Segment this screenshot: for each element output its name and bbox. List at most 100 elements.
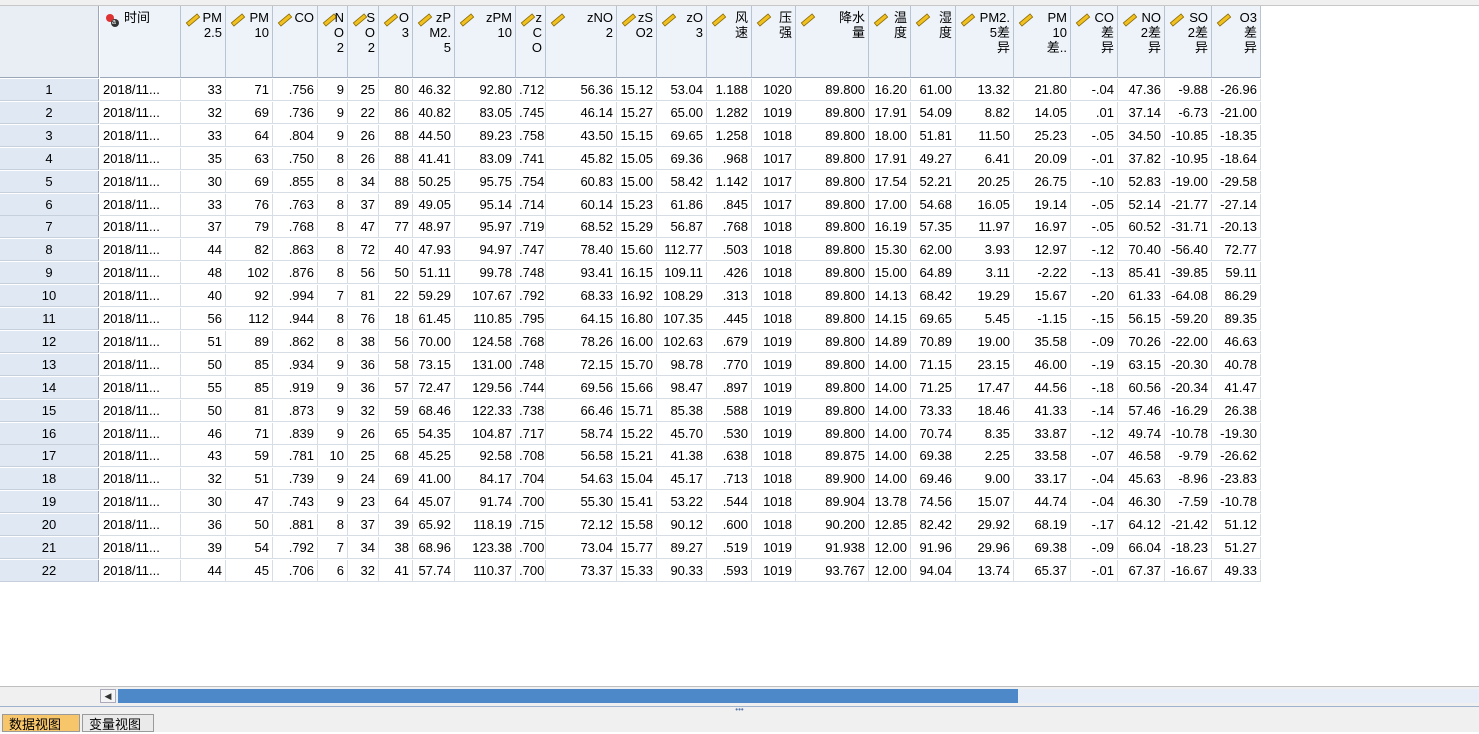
table-cell[interactable]: 89.800: [796, 216, 869, 238]
table-cell[interactable]: -.12: [1071, 423, 1118, 445]
row-number-header[interactable]: 10: [0, 285, 99, 307]
table-cell[interactable]: 70.26: [1118, 331, 1165, 353]
table-cell[interactable]: 29.96: [956, 537, 1014, 559]
table-cell[interactable]: 46.58: [1118, 445, 1165, 467]
table-cell[interactable]: 48: [181, 262, 226, 284]
table-cell[interactable]: 64: [226, 125, 273, 147]
table-cell[interactable]: 12.85: [869, 514, 911, 536]
table-cell[interactable]: 46.00: [1014, 354, 1071, 376]
table-cell[interactable]: .804: [273, 125, 318, 147]
table-cell[interactable]: .01: [1071, 102, 1118, 124]
table-cell[interactable]: .763: [273, 194, 318, 216]
table-cell[interactable]: .934: [273, 354, 318, 376]
table-cell[interactable]: 39: [379, 514, 413, 536]
table-cell[interactable]: 49.74: [1118, 423, 1165, 445]
table-cell[interactable]: 9.00: [956, 468, 1014, 490]
table-cell[interactable]: 22: [379, 285, 413, 307]
column-header[interactable]: 湿 度: [911, 6, 956, 78]
table-cell[interactable]: 88: [379, 171, 413, 193]
column-header[interactable]: NO 2差 异: [1118, 6, 1165, 78]
table-cell[interactable]: 2018/11...: [100, 560, 181, 582]
table-cell[interactable]: 45.82: [546, 148, 617, 170]
table-cell[interactable]: .600: [707, 514, 752, 536]
table-cell[interactable]: 63: [226, 148, 273, 170]
table-cell[interactable]: 26: [348, 125, 379, 147]
table-cell[interactable]: 56.36: [546, 79, 617, 101]
table-cell[interactable]: 20.25: [956, 171, 1014, 193]
table-cell[interactable]: 33.17: [1014, 468, 1071, 490]
table-cell[interactable]: 8: [318, 216, 348, 238]
table-cell[interactable]: 68: [379, 445, 413, 467]
tab-data-view[interactable]: 数据视图: [2, 714, 80, 732]
table-cell[interactable]: .738: [516, 400, 546, 422]
table-cell[interactable]: 19.14: [1014, 194, 1071, 216]
table-cell[interactable]: 50: [379, 262, 413, 284]
tab-variable-view[interactable]: 变量视图: [82, 714, 154, 732]
table-cell[interactable]: 92.80: [455, 79, 516, 101]
table-cell[interactable]: 2018/11...: [100, 285, 181, 307]
table-cell[interactable]: 123.38: [455, 537, 516, 559]
table-cell[interactable]: 52.21: [911, 171, 956, 193]
table-cell[interactable]: 34: [348, 171, 379, 193]
table-cell[interactable]: .750: [273, 148, 318, 170]
table-cell[interactable]: -10.95: [1165, 148, 1212, 170]
table-cell[interactable]: 16.05: [956, 194, 1014, 216]
table-cell[interactable]: 15.77: [617, 537, 657, 559]
table-cell[interactable]: 73.37: [546, 560, 617, 582]
table-cell[interactable]: 14.89: [869, 331, 911, 353]
table-cell[interactable]: 53.04: [657, 79, 707, 101]
table-cell[interactable]: 9: [318, 468, 348, 490]
table-cell[interactable]: 92.58: [455, 445, 516, 467]
row-number-header[interactable]: 14: [0, 377, 99, 399]
table-cell[interactable]: 1019: [752, 102, 796, 124]
table-cell[interactable]: 95.14: [455, 194, 516, 216]
pane-splitter[interactable]: •••: [0, 706, 1479, 714]
table-cell[interactable]: 45.25: [413, 445, 455, 467]
table-cell[interactable]: 1017: [752, 171, 796, 193]
table-cell[interactable]: 56: [348, 262, 379, 284]
table-cell[interactable]: 85: [226, 354, 273, 376]
table-cell[interactable]: 51: [181, 331, 226, 353]
row-number-header[interactable]: 11: [0, 308, 99, 330]
table-cell[interactable]: 65.00: [657, 102, 707, 124]
table-cell[interactable]: 84.17: [455, 468, 516, 490]
table-cell[interactable]: .736: [273, 102, 318, 124]
row-number-header[interactable]: 2: [0, 102, 99, 124]
row-number-header[interactable]: 5: [0, 171, 99, 193]
table-cell[interactable]: -27.14: [1212, 194, 1261, 216]
table-cell[interactable]: -19.30: [1212, 423, 1261, 445]
table-cell[interactable]: 35: [181, 148, 226, 170]
table-cell[interactable]: .919: [273, 377, 318, 399]
table-cell[interactable]: -.17: [1071, 514, 1118, 536]
table-cell[interactable]: .744: [516, 377, 546, 399]
table-cell[interactable]: 1018: [752, 445, 796, 467]
table-cell[interactable]: 51.11: [413, 262, 455, 284]
table-cell[interactable]: 54.68: [911, 194, 956, 216]
table-cell[interactable]: 73.33: [911, 400, 956, 422]
table-cell[interactable]: 47: [226, 491, 273, 513]
table-cell[interactable]: 1018: [752, 285, 796, 307]
table-cell[interactable]: 73.15: [413, 354, 455, 376]
table-cell[interactable]: 62.00: [911, 239, 956, 261]
table-cell[interactable]: 89.800: [796, 308, 869, 330]
table-cell[interactable]: 56.15: [1118, 308, 1165, 330]
table-cell[interactable]: 2018/11...: [100, 171, 181, 193]
table-cell[interactable]: 85.41: [1118, 262, 1165, 284]
table-cell[interactable]: 15.41: [617, 491, 657, 513]
table-cell[interactable]: 89.875: [796, 445, 869, 467]
table-cell[interactable]: 50.25: [413, 171, 455, 193]
table-cell[interactable]: 89.800: [796, 331, 869, 353]
column-header[interactable]: N O 2: [318, 6, 348, 78]
horizontal-scrollbar-thumb[interactable]: [118, 689, 1018, 703]
table-cell[interactable]: 40.78: [1212, 354, 1261, 376]
table-cell[interactable]: 8: [318, 171, 348, 193]
table-cell[interactable]: 82: [226, 239, 273, 261]
table-cell[interactable]: .713: [707, 468, 752, 490]
table-cell[interactable]: 16.92: [617, 285, 657, 307]
table-cell[interactable]: -18.35: [1212, 125, 1261, 147]
table-cell[interactable]: 14.00: [869, 377, 911, 399]
table-cell[interactable]: 64.12: [1118, 514, 1165, 536]
table-cell[interactable]: 69.56: [546, 377, 617, 399]
table-cell[interactable]: 33: [181, 79, 226, 101]
table-cell[interactable]: 41: [379, 560, 413, 582]
